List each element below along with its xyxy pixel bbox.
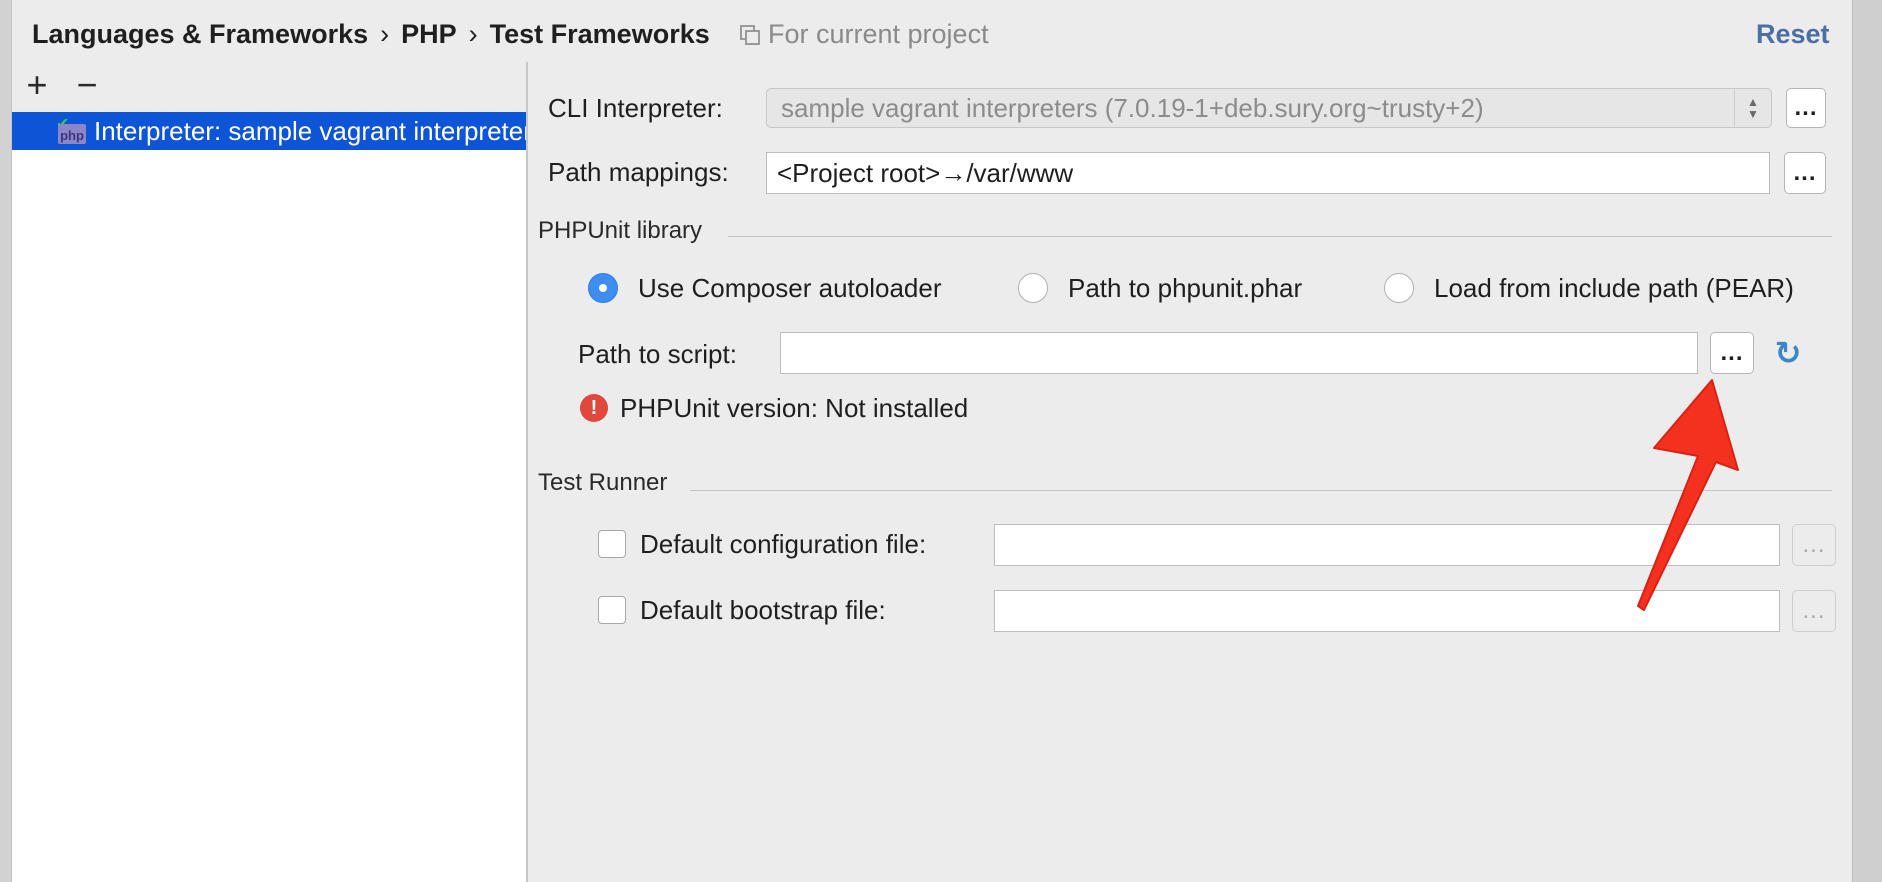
default-configuration-browse-button[interactable]: ... xyxy=(1792,524,1836,566)
breadcrumb-separator: › xyxy=(468,18,478,49)
radio-include-path-pear[interactable]: Load from include path (PEAR) xyxy=(1384,270,1794,306)
error-icon: ! xyxy=(580,394,608,422)
phpunit-library-heading: PHPUnit library xyxy=(538,217,703,244)
list-item-label: Interpreter: sample vagrant interpreters xyxy=(94,115,526,146)
radio-label: Use Composer autoloader xyxy=(638,272,942,303)
default-bootstrap-browse-button[interactable]: ... xyxy=(1792,590,1836,632)
add-button[interactable]: + xyxy=(22,67,52,103)
list-item[interactable]: ✔ php Interpreter: sample vagrant interp… xyxy=(12,112,526,150)
remove-button[interactable]: − xyxy=(72,67,102,103)
annotation-arrow-icon xyxy=(1637,379,1739,611)
breadcrumb-item-test-frameworks: Test Frameworks xyxy=(489,18,710,49)
default-configuration-checkbox[interactable] xyxy=(598,530,626,558)
path-to-script-browse-button[interactable]: ... xyxy=(1710,332,1754,374)
radio-label: Path to phpunit.phar xyxy=(1068,272,1303,303)
default-bootstrap-checkbox[interactable] xyxy=(598,596,626,624)
cli-interpreter-label: CLI Interpreter: xyxy=(548,92,723,123)
breadcrumb: Languages & Frameworks › PHP › Test Fram… xyxy=(32,16,710,52)
radio-label: Load from include path (PEAR) xyxy=(1434,272,1794,303)
path-to-script-label: Path to script: xyxy=(578,338,737,369)
breadcrumb-item-languages: Languages & Frameworks xyxy=(32,18,369,49)
radio-unselected-icon xyxy=(1384,273,1414,303)
scope-label: For current project xyxy=(768,18,989,49)
breadcrumb-item-php: PHP xyxy=(401,18,457,49)
reload-icon[interactable]: ↻ xyxy=(1768,332,1808,374)
reset-link[interactable]: Reset xyxy=(1756,16,1830,52)
php-interpreter-icon: ✔ php xyxy=(56,116,86,146)
default-bootstrap-label: Default bootstrap file: xyxy=(640,594,886,625)
section-divider xyxy=(728,236,1832,237)
copy-icon xyxy=(740,25,760,45)
path-mappings-field[interactable]: <Project root>→/var/www xyxy=(766,152,1770,194)
path-mappings-browse-button[interactable]: ... xyxy=(1784,152,1826,194)
interpreter-list: ✔ php Interpreter: sample vagrant interp… xyxy=(12,112,528,882)
radio-composer-autoloader[interactable]: Use Composer autoloader xyxy=(588,270,942,306)
path-mappings-label: Path mappings: xyxy=(548,156,729,187)
cli-interpreter-value: sample vagrant interpreters (7.0.19-1+de… xyxy=(781,92,1484,123)
breadcrumb-separator: › xyxy=(380,18,390,49)
test-runner-heading: Test Runner xyxy=(538,469,668,496)
phpunit-version-status: ! PHPUnit version: Not installed xyxy=(580,390,968,426)
window-left-edge xyxy=(0,0,12,882)
radio-selected-icon xyxy=(588,273,618,303)
radio-unselected-icon xyxy=(1018,273,1048,303)
phpunit-version-text: PHPUnit version: Not installed xyxy=(620,392,969,423)
path-to-script-field[interactable] xyxy=(780,332,1698,374)
cli-interpreter-browse-button[interactable]: ... xyxy=(1786,88,1826,128)
updown-chevron-icon: ▲ ▼ xyxy=(1734,89,1771,127)
cli-interpreter-select[interactable]: sample vagrant interpreters (7.0.19-1+de… xyxy=(766,88,1772,128)
default-configuration-label: Default configuration file: xyxy=(640,528,927,559)
panel-divider xyxy=(526,62,528,112)
project-scope: For current project xyxy=(740,16,989,52)
radio-phpunit-phar[interactable]: Path to phpunit.phar xyxy=(1018,270,1302,306)
window-right-edge xyxy=(1852,0,1882,882)
